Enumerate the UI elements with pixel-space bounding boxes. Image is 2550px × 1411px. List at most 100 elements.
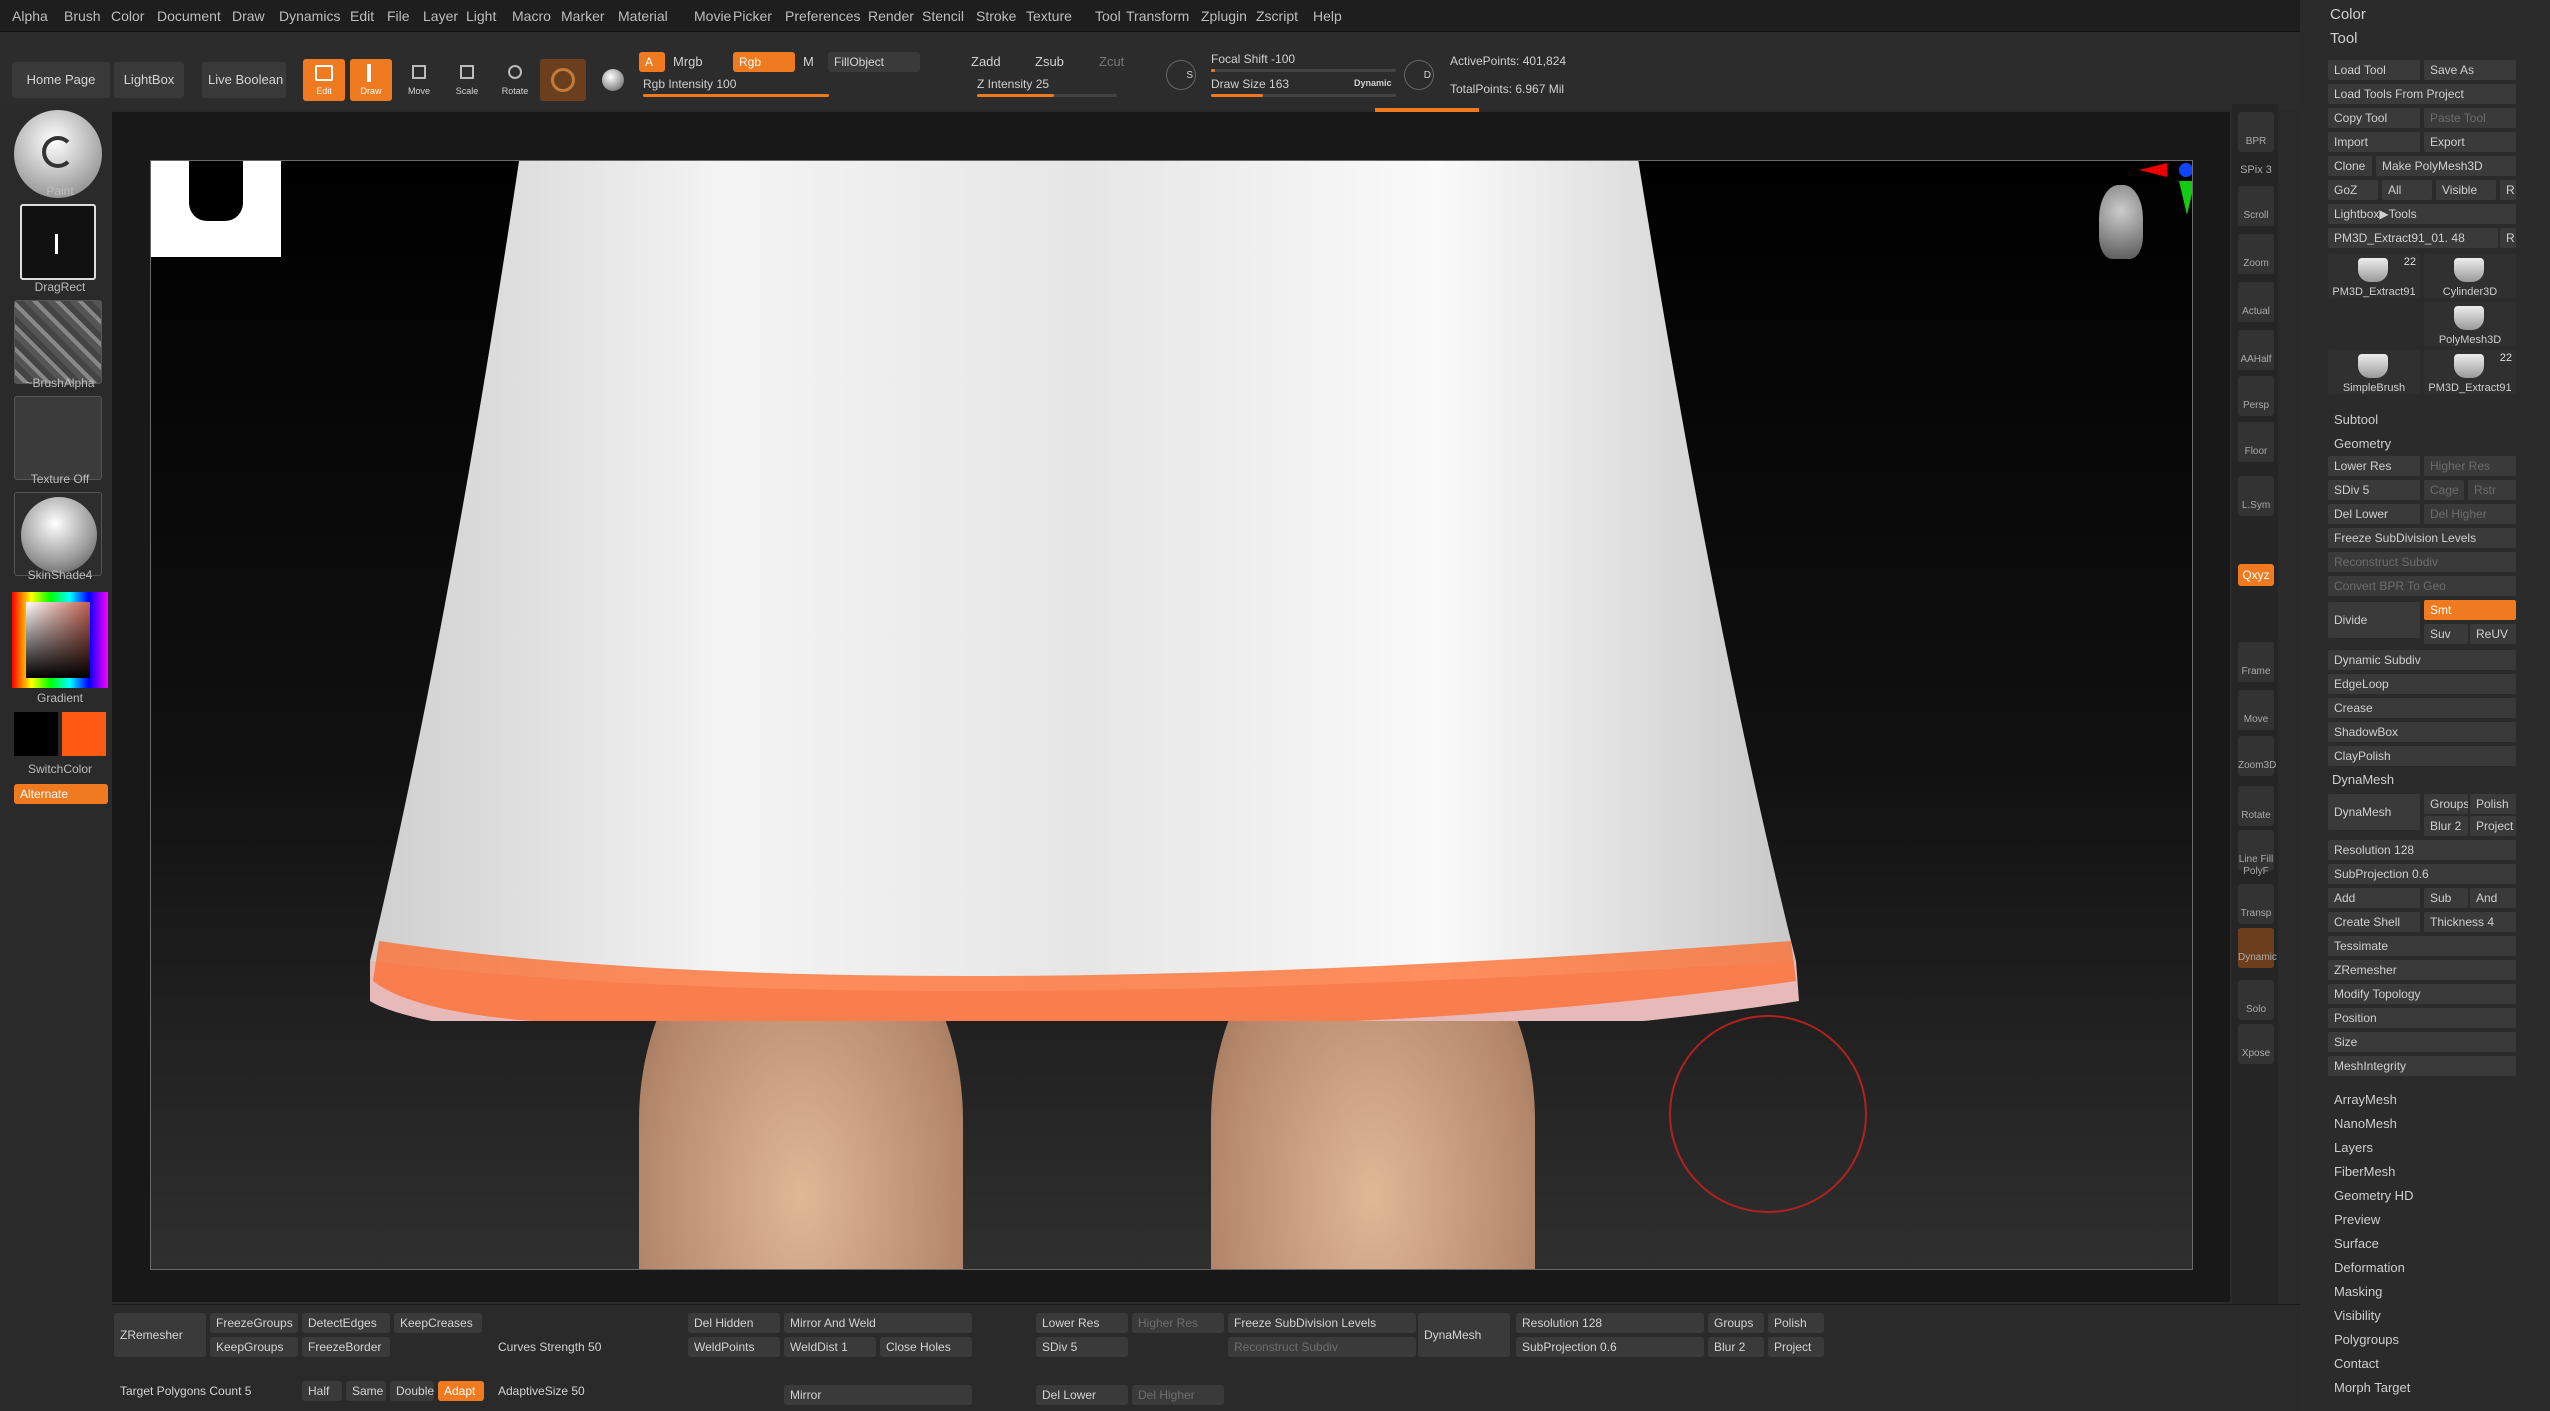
copy-tool-button[interactable]: Copy Tool: [2328, 108, 2420, 128]
rightshelf-line-fill-polyf[interactable]: Line Fill PolyF: [2238, 830, 2274, 877]
rightshelf-move[interactable]: Move: [2238, 690, 2274, 730]
mirror-and-weld-button[interactable]: Mirror And Weld: [784, 1313, 972, 1333]
menu-texture[interactable]: Texture: [1026, 8, 1072, 24]
rightshelf-l-sym[interactable]: L.Sym: [2238, 476, 2274, 516]
live-boolean-button[interactable]: Live Boolean: [202, 62, 286, 98]
rightshelf-rotate[interactable]: Rotate: [2238, 786, 2274, 826]
rgb-intensity-slider[interactable]: [643, 94, 829, 97]
menu-movie[interactable]: Movie: [694, 8, 731, 24]
edit-mode-button[interactable]: Edit: [303, 59, 345, 101]
thickness-slider[interactable]: Thickness 4: [2424, 912, 2516, 932]
goz-r-button[interactable]: R: [2500, 180, 2516, 200]
lazy-mouse-s-button[interactable]: S: [1166, 60, 1196, 90]
dynamesh-add-button[interactable]: Add: [2328, 888, 2420, 908]
goz-visible-button[interactable]: Visible: [2436, 180, 2496, 200]
menu-brush[interactable]: Brush: [64, 8, 101, 24]
rightshelf-qxyz[interactable]: Qxyz: [2238, 564, 2274, 586]
double-toggle[interactable]: Double: [390, 1381, 434, 1401]
modify-topology-section[interactable]: Modify Topology: [2328, 984, 2516, 1004]
a-toggle[interactable]: A: [639, 52, 665, 72]
load-tools-from-project-button[interactable]: Load Tools From Project: [2328, 84, 2516, 104]
color-sv-square[interactable]: [26, 602, 90, 678]
draw-size-slider[interactable]: [1211, 94, 1396, 97]
import-button[interactable]: Import: [2328, 132, 2420, 152]
detectedges-toggle[interactable]: DetectEdges: [302, 1313, 390, 1333]
rightshelf-actual[interactable]: Actual: [2238, 282, 2274, 322]
tool-thumb-pm3d-extract91[interactable]: PM3D_Extract91 22: [2424, 350, 2516, 394]
alternate-button[interactable]: Alternate: [14, 784, 108, 804]
rightshelf-solo[interactable]: Solo: [2238, 980, 2274, 1020]
rightshelf-persp[interactable]: Persp: [2238, 376, 2274, 416]
dynamesh-groups-toggle[interactable]: Groups: [2424, 794, 2468, 814]
rightshelf-bpr[interactable]: BPR: [2238, 112, 2274, 152]
dynamesh-resolution-slider[interactable]: Resolution 128: [2328, 840, 2516, 860]
del-hidden-button[interactable]: Del Hidden: [688, 1313, 780, 1333]
bottom-resolution-slider[interactable]: Resolution 128: [1516, 1313, 1704, 1333]
subtool-section[interactable]: Subtool: [2334, 412, 2378, 427]
menu-edit[interactable]: Edit: [350, 8, 374, 24]
bottom-higher-res-button[interactable]: Higher Res: [1132, 1313, 1224, 1333]
menu-draw[interactable]: Draw: [232, 8, 265, 24]
rightshelf-spix-3[interactable]: SPix 3: [2238, 160, 2274, 182]
menu-macro[interactable]: Macro: [512, 8, 551, 24]
lower-res-button[interactable]: Lower Res: [2328, 456, 2420, 476]
dynamesh-polish-toggle[interactable]: Polish: [2470, 794, 2516, 814]
menu-tool[interactable]: Tool: [1095, 8, 1121, 24]
bottom-subprojection-slider[interactable]: SubProjection 0.6: [1516, 1337, 1704, 1357]
menu-marker[interactable]: Marker: [561, 8, 605, 24]
rightshelf-floor[interactable]: Floor: [2238, 422, 2274, 462]
adapt-toggle[interactable]: Adapt: [438, 1381, 484, 1401]
claypolish-section[interactable]: ClayPolish: [2328, 746, 2516, 766]
texture-thumb[interactable]: [14, 396, 102, 480]
menu-dynamics[interactable]: Dynamics: [279, 8, 340, 24]
dynamesh-and-button[interactable]: And: [2470, 888, 2516, 908]
dynamesh-project-toggle[interactable]: Project: [2470, 816, 2516, 836]
reconstruct-subdiv-button[interactable]: Reconstruct Subdiv: [2328, 552, 2516, 572]
material-thumb[interactable]: [14, 492, 102, 576]
scale-mode-button[interactable]: Scale: [446, 59, 488, 101]
current-tool-r-button[interactable]: R: [2500, 228, 2516, 248]
menu-file[interactable]: File: [387, 8, 410, 24]
keepgroups-toggle[interactable]: KeepGroups: [210, 1337, 298, 1357]
focal-shift-slider[interactable]: [1211, 69, 1396, 72]
divide-button[interactable]: Divide: [2328, 602, 2420, 638]
del-lower-button[interactable]: Del Lower: [2328, 504, 2420, 524]
bottom-del-higher-button[interactable]: Del Higher: [1132, 1385, 1224, 1405]
bottom-groups-toggle[interactable]: Groups: [1708, 1313, 1764, 1333]
rightshelf-aahalf[interactable]: AAHalf: [2238, 330, 2274, 370]
goz-all-button[interactable]: All: [2382, 180, 2432, 200]
geometry-section[interactable]: Geometry: [2334, 436, 2391, 451]
load-tool-button[interactable]: Load Tool: [2328, 60, 2420, 80]
bottom-blur-slider[interactable]: Blur 2: [1708, 1337, 1764, 1357]
adaptive-size-slider[interactable]: AdaptiveSize 50: [492, 1381, 672, 1401]
menu-light[interactable]: Light: [466, 8, 496, 24]
zadd-toggle[interactable]: Zadd: [971, 54, 1001, 69]
freezegroups-toggle[interactable]: FreezeGroups: [210, 1313, 298, 1333]
stroke-thumb[interactable]: [20, 204, 96, 280]
paste-tool-button[interactable]: Paste Tool: [2424, 108, 2516, 128]
dynamic-toggle[interactable]: Dynamic: [1354, 78, 1392, 88]
goz-button[interactable]: GoZ: [2328, 180, 2378, 200]
crease-section[interactable]: Crease: [2328, 698, 2516, 718]
rightshelf-dynamic[interactable]: Dynamic: [2238, 928, 2277, 968]
bottom-dynamesh-button[interactable]: DynaMesh: [1418, 1313, 1510, 1357]
suv-toggle[interactable]: Suv: [2424, 624, 2468, 644]
close-holes-button[interactable]: Close Holes: [880, 1337, 972, 1357]
m-toggle[interactable]: M: [803, 54, 814, 69]
canvas-viewport[interactable]: [150, 160, 2193, 1270]
welddist-slider[interactable]: WeldDist 1: [784, 1337, 876, 1357]
mrgb-toggle[interactable]: Mrgb: [673, 54, 703, 69]
smt-toggle[interactable]: Smt: [2424, 600, 2516, 620]
fill-object-button[interactable]: FillObject: [828, 52, 920, 72]
tool-section-contact[interactable]: Contact: [2334, 1356, 2379, 1371]
tool-section-layers[interactable]: Layers: [2334, 1140, 2373, 1155]
menu-help[interactable]: Help: [1313, 8, 1342, 24]
move-mode-button[interactable]: Move: [398, 59, 440, 101]
clone-button[interactable]: Clone: [2328, 156, 2372, 176]
tool-section-polygroups[interactable]: Polygroups: [2334, 1332, 2399, 1347]
tool-thumb-polymesh3d[interactable]: PolyMesh3D: [2424, 302, 2516, 346]
sdiv-slider[interactable]: SDiv 5: [2328, 480, 2420, 500]
size-section[interactable]: Size: [2328, 1032, 2516, 1052]
tool-thumb-pm3d-extract91[interactable]: PM3D_Extract91 22: [2328, 254, 2420, 298]
color-palette-title[interactable]: Color: [2330, 6, 2366, 23]
